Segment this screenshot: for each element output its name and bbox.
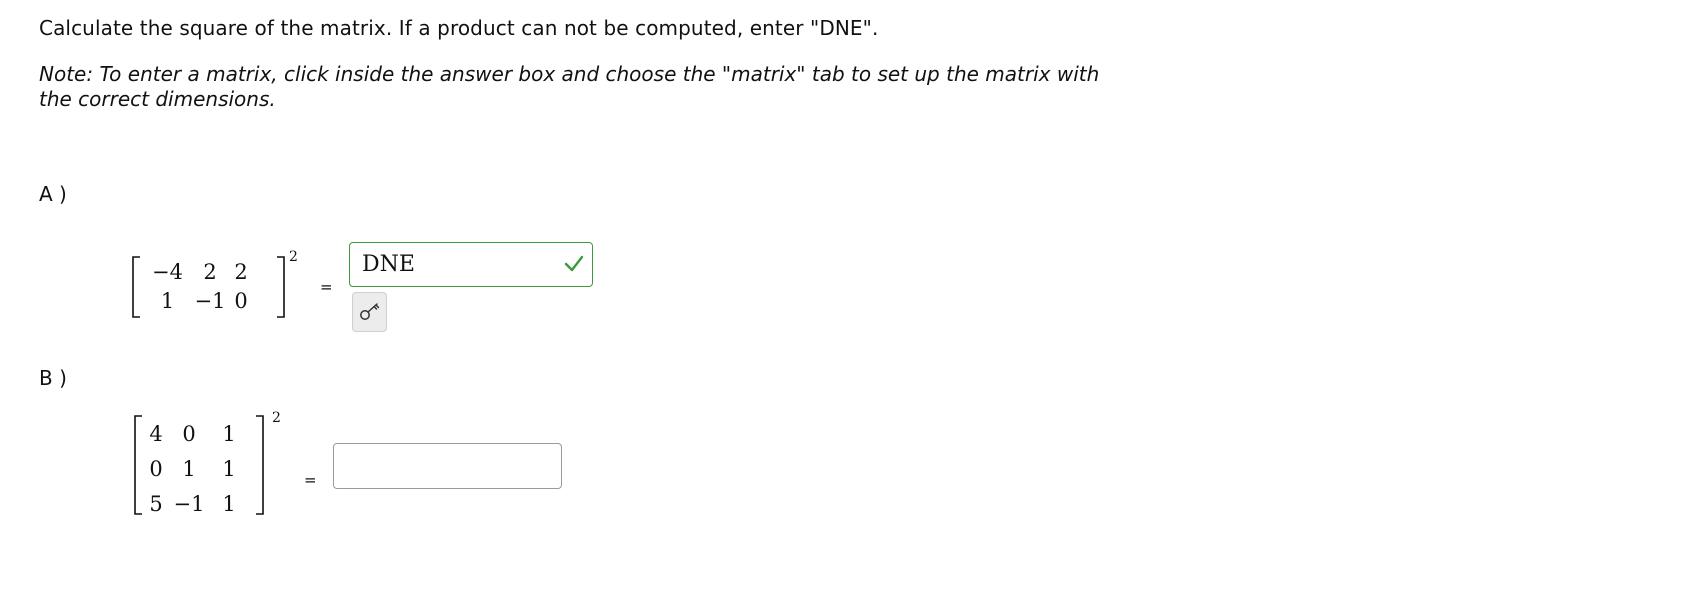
- instructions: Calculate the square of the matrix. If a…: [39, 16, 879, 40]
- matrix-cell: 5: [149, 492, 163, 516]
- part-a-exponent: 2: [289, 249, 298, 265]
- part-a-right-bracket: [277, 256, 285, 318]
- part-a-equals: =: [320, 278, 333, 296]
- part-a-left-bracket: [132, 256, 140, 318]
- part-a-label: A ): [39, 182, 67, 206]
- key-icon: [360, 303, 380, 320]
- key-button[interactable]: [352, 292, 387, 332]
- matrix-cell: 2: [234, 260, 248, 284]
- matrix-cell: 1: [160, 289, 175, 313]
- matrix-cell: 0: [149, 457, 163, 481]
- matrix-cell: 1: [222, 422, 236, 446]
- part-a-matrix: −4 2 2 1 −1 0: [145, 258, 252, 316]
- part-a-answer-field[interactable]: DNE: [349, 242, 593, 287]
- part-b-label: B ): [39, 366, 67, 390]
- matrix-cell: −1: [173, 492, 205, 516]
- matrix-entry-note: Note: To enter a matrix, click inside th…: [39, 62, 1100, 111]
- matrix-cell: −1: [194, 289, 226, 313]
- matrix-cell: 0: [234, 289, 248, 313]
- matrix-cell: 1: [222, 492, 236, 516]
- matrix-cell: 1: [222, 457, 236, 481]
- part-a-answer-value: DNE: [362, 252, 415, 277]
- part-b-right-bracket: [256, 415, 264, 515]
- part-b-answer-field[interactable]: [333, 443, 562, 489]
- part-b-equals: =: [304, 471, 317, 489]
- matrix-cell: 4: [149, 422, 163, 446]
- matrix-cell: 1: [182, 457, 196, 481]
- part-b-exponent: 2: [272, 410, 281, 426]
- matrix-cell: −4: [152, 260, 183, 284]
- matrix-cell: 2: [203, 260, 217, 284]
- checkmark-icon: [564, 255, 584, 272]
- part-b-left-bracket: [134, 415, 142, 515]
- matrix-cell: 0: [182, 422, 196, 446]
- part-b-matrix: 4 0 1 0 1 1 5 −1 1: [144, 417, 248, 522]
